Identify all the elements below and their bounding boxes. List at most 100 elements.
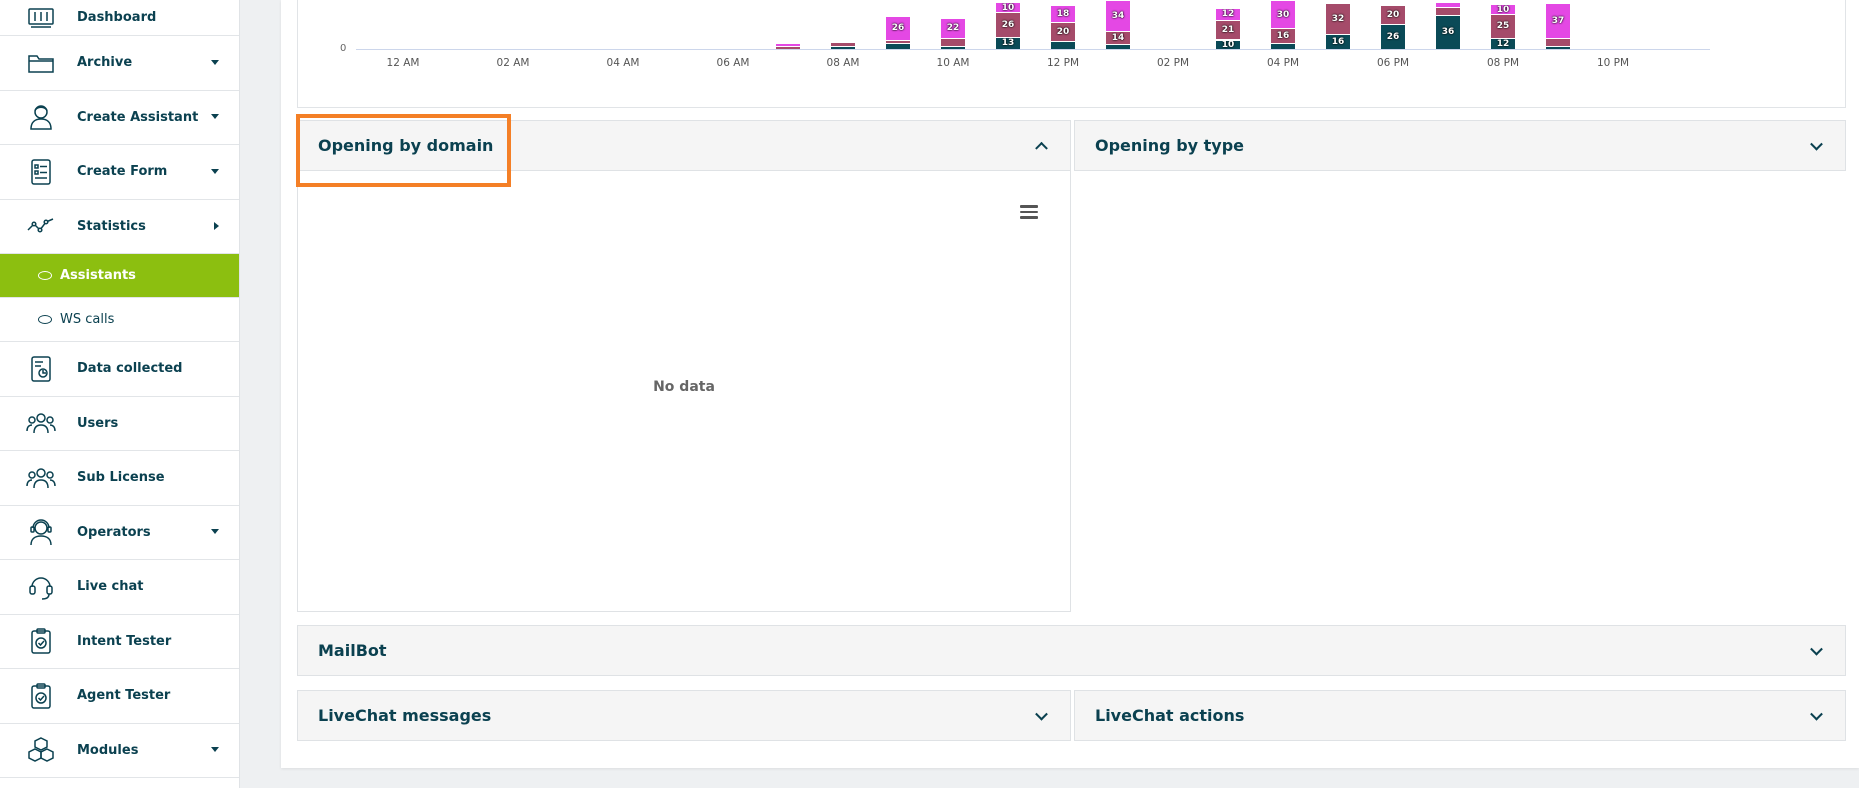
bar-segment[interactable]: 12 [1215, 8, 1241, 20]
x-tick-label: 04 AM [606, 57, 640, 69]
x-tick-label: 08 PM [1486, 57, 1520, 69]
panel-title: LiveChat messages [318, 706, 492, 725]
bar-segment[interactable]: 22 [940, 17, 966, 39]
bar-segment[interactable]: 12 [1490, 37, 1516, 49]
bar-segment[interactable] [1545, 38, 1571, 46]
sidebar-item-label: Intent Tester [77, 633, 172, 649]
bar-segment[interactable] [1270, 43, 1296, 49]
panel-header-opening-by-type[interactable]: Opening by type [1074, 120, 1846, 171]
bar-segment[interactable] [940, 46, 966, 49]
x-tick-label: 10 AM [936, 57, 970, 69]
x-tick-label: 12 PM [1046, 57, 1080, 69]
panel-title: Opening by domain [318, 136, 494, 155]
bullet-icon [38, 315, 52, 324]
panel-header-opening-by-domain[interactable]: Opening by domain [297, 120, 1071, 171]
sidebar-item-label: Create Assistant [77, 109, 199, 125]
sidebar-item-label: Agent Tester [77, 688, 171, 704]
bar-segment[interactable] [830, 46, 856, 49]
bar-segment[interactable]: 26 [995, 11, 1021, 37]
panel-header-livechat-messages[interactable]: LiveChat messages [297, 690, 1071, 741]
bar-segment[interactable]: 36 [1435, 14, 1461, 49]
panel-header-livechat-actions[interactable]: LiveChat actions [1074, 690, 1846, 741]
sidebar-item-live-chat[interactable]: Live chat [0, 560, 239, 615]
bar-segment[interactable] [830, 42, 856, 46]
bar-segment[interactable]: 14 [1105, 30, 1131, 45]
sidebar-item-create-assistant[interactable]: Create Assistant [0, 91, 239, 145]
bar-segment[interactable] [775, 43, 801, 46]
bar-segment[interactable] [1050, 41, 1076, 49]
clipboard-check-icon [26, 626, 56, 656]
chevron-down-icon[interactable] [1810, 707, 1823, 721]
chevron-right-icon [214, 221, 219, 230]
sidebar-item-agent-tester[interactable]: Agent Tester [0, 669, 239, 724]
x-tick-label: 12 AM [386, 57, 420, 69]
x-tick-label: 04 PM [1266, 57, 1300, 69]
chevron-down-icon [211, 114, 219, 120]
bar-segment[interactable]: 18 [1050, 5, 1076, 23]
sidebar-subitem-label: Assistants [60, 268, 136, 283]
bar-segment[interactable]: 20 [1050, 22, 1076, 42]
sidebar-subitem-ws-calls[interactable]: WS calls [0, 298, 239, 342]
bar-segment[interactable]: 10 [1215, 39, 1241, 49]
panel-title: MailBot [318, 641, 387, 660]
bar-segment[interactable] [885, 40, 911, 44]
bar-segment[interactable] [940, 38, 966, 46]
sidebar-item-label: Modules [77, 742, 139, 758]
y-axis-zero-label: 0 [340, 43, 347, 54]
bar-segment[interactable]: 34 [1105, 0, 1131, 31]
chevron-down-icon [211, 59, 219, 65]
sidebar-item-label: Live chat [77, 579, 144, 595]
sidebar-item-label: Archive [77, 55, 133, 71]
panel-header-mailbot[interactable]: MailBot [297, 625, 1846, 676]
bar-segment[interactable]: 16 [1325, 33, 1351, 49]
chevron-down-icon[interactable] [1035, 707, 1048, 721]
sidebar-item-label: Dashboard [77, 10, 157, 25]
sidebar-item-users[interactable]: Users [0, 397, 239, 451]
chevron-up-icon[interactable] [1035, 141, 1048, 155]
sidebar-item-dashboard[interactable]: Dashboard [0, 0, 239, 36]
chevron-down-icon[interactable] [1810, 642, 1823, 656]
bar-segment[interactable]: 26 [885, 15, 911, 41]
sidebar-item-archive[interactable]: Archive [0, 36, 239, 91]
sidebar-subitem-assistants[interactable]: Assistants [0, 254, 239, 298]
users-icon [26, 408, 56, 438]
sidebar-item-sub-license[interactable]: Sub License [0, 451, 239, 506]
modules-icon [26, 735, 56, 765]
bar-segment[interactable]: 13 [995, 36, 1021, 49]
bar-segment[interactable] [1545, 46, 1571, 49]
bar-segment[interactable]: 10 [995, 2, 1021, 12]
sidebar-item-label: Create Form [77, 164, 168, 180]
bar-segment[interactable]: 21 [1215, 19, 1241, 40]
x-tick-label: 02 AM [496, 57, 530, 69]
sidebar-item-statistics[interactable]: Statistics [0, 200, 239, 254]
bar-segment[interactable]: 32 [1325, 3, 1351, 34]
x-tick-label: 10 PM [1596, 57, 1630, 69]
bar-segment[interactable]: 10 [1490, 4, 1516, 14]
bar-segment[interactable]: 16 [1270, 28, 1296, 44]
bar-segment[interactable]: 26 [1380, 24, 1406, 49]
chevron-down-icon [211, 168, 219, 174]
bar-segment[interactable]: 20 [1380, 5, 1406, 25]
bar-segment[interactable]: 30 [1270, 0, 1296, 29]
folder-icon [26, 48, 56, 78]
bullet-icon [38, 271, 52, 280]
bar-segment[interactable] [1435, 1, 1461, 8]
sidebar-item-label: Users [77, 415, 119, 431]
bar-segment[interactable] [775, 46, 801, 49]
x-tick-label: 02 PM [1156, 57, 1190, 69]
bar-segment[interactable] [1435, 7, 1461, 15]
bar-segment[interactable]: 25 [1490, 13, 1516, 38]
bar-segment[interactable]: 37 [1545, 3, 1571, 39]
headset-icon [26, 572, 56, 602]
sidebar-item-data-collected[interactable]: Data collected [0, 342, 239, 397]
x-tick-label: 06 PM [1376, 57, 1410, 69]
bar-segment[interactable] [1105, 44, 1131, 49]
sidebar-item-operators[interactable]: Operators [0, 506, 239, 560]
sidebar-item-modules[interactable]: Modules [0, 724, 239, 778]
bar-segment[interactable] [885, 43, 911, 49]
chevron-down-icon[interactable] [1810, 137, 1823, 151]
sidebar-item-intent-tester[interactable]: Intent Tester [0, 615, 239, 669]
menu-icon[interactable] [1020, 205, 1038, 219]
statistics-icon [26, 211, 56, 241]
sidebar-item-create-form[interactable]: Create Form [0, 145, 239, 200]
